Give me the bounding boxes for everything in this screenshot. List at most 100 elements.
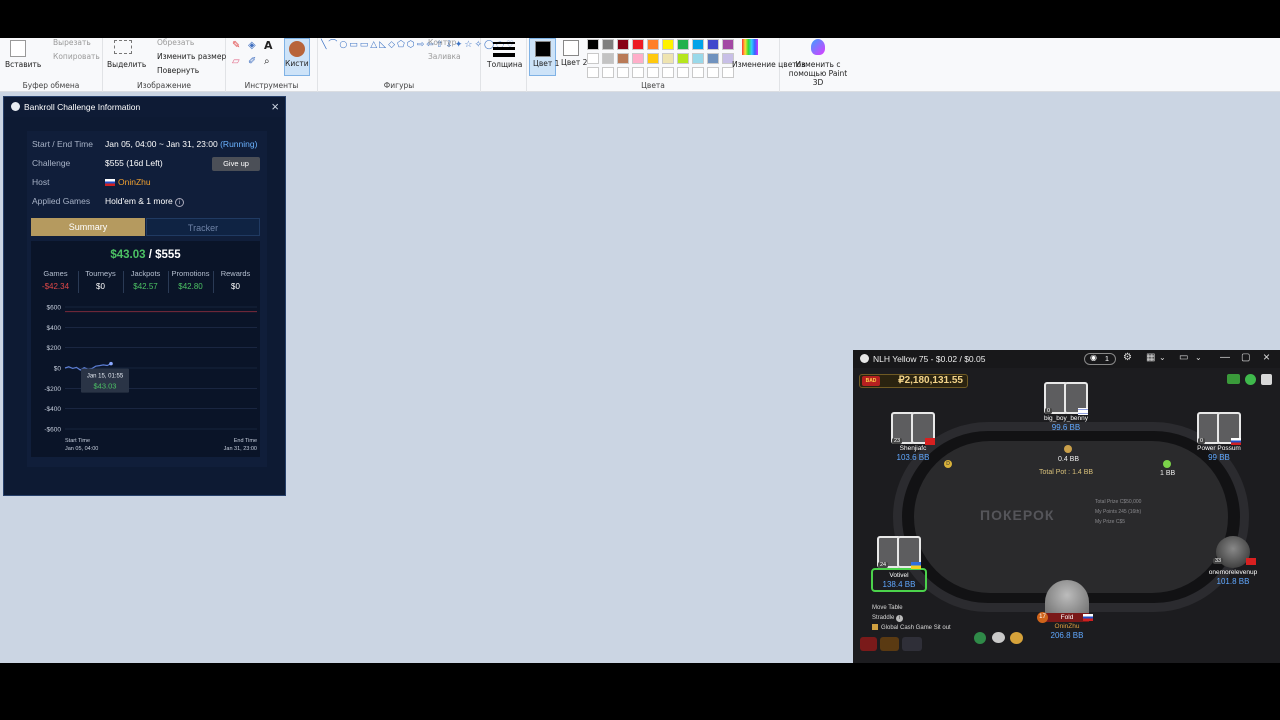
color-swatch[interactable] xyxy=(662,53,674,64)
color-swatch[interactable] xyxy=(617,53,629,64)
color-swatch[interactable] xyxy=(707,67,719,78)
color-swatch[interactable] xyxy=(632,39,644,50)
color-swatch[interactable] xyxy=(602,67,614,78)
jackpot-banner[interactable]: BAD ₽2,180,131.55 xyxy=(859,374,968,388)
color-swatch[interactable] xyxy=(617,67,629,78)
paint3d-icon[interactable] xyxy=(811,39,825,55)
color-swatch[interactable] xyxy=(647,39,659,50)
color-swatch[interactable] xyxy=(677,67,689,78)
tools-group-label: Инструменты xyxy=(244,81,299,90)
close-icon[interactable]: × xyxy=(1263,350,1270,364)
minimize-icon[interactable]: — xyxy=(1220,352,1230,363)
color-swatch[interactable] xyxy=(647,53,659,64)
select-icon[interactable] xyxy=(114,40,132,54)
info-icon[interactable]: i xyxy=(175,198,185,207)
give-up-button[interactable]: Give up xyxy=(212,157,260,171)
seat-top-right[interactable]: 0 Power Possum 99 BB xyxy=(1191,412,1247,462)
replay-icon[interactable] xyxy=(1261,374,1272,385)
color-swatch[interactable] xyxy=(602,39,614,50)
color-swatch[interactable] xyxy=(692,67,704,78)
fill-icon[interactable]: ◈ xyxy=(248,40,256,51)
straddle-option[interactable]: Straddle xyxy=(872,615,894,621)
seat-top-left[interactable]: 23 Shenjiafc 103.6 BB xyxy=(885,412,941,462)
magnifier-icon[interactable]: ⌕ xyxy=(264,56,270,67)
emoji-icon-2[interactable] xyxy=(1010,632,1023,644)
tab-summary[interactable]: Summary xyxy=(31,218,145,236)
thickness-button[interactable]: Толщина xyxy=(487,60,522,69)
paste-button[interactable]: Вставить xyxy=(5,60,41,69)
thickness-icon[interactable] xyxy=(493,42,515,44)
settings-gear-icon[interactable]: ⚙ xyxy=(1123,352,1132,363)
eraser-icon[interactable]: ▱ xyxy=(232,56,240,67)
color-swatch[interactable] xyxy=(587,67,599,78)
edit-colors-icon[interactable] xyxy=(742,39,758,55)
hero-seat[interactable]: Fold 17 OninZhu 206.8 BB xyxy=(1037,580,1093,640)
close-icon[interactable]: × xyxy=(271,99,279,114)
seat-bottom-right[interactable]: 33 onemorelevenup 101.8 BB xyxy=(1205,536,1261,586)
color-swatch[interactable] xyxy=(662,67,674,78)
table-view-icon[interactable]: ▭ xyxy=(1179,352,1188,363)
sit-out-option[interactable]: Global Cash Game Sit out xyxy=(881,625,951,631)
fill-button[interactable]: Заливка xyxy=(428,52,461,61)
crop-button[interactable]: Обрезать xyxy=(157,38,194,47)
info-icon[interactable]: i xyxy=(896,615,904,622)
status-icon[interactable] xyxy=(1245,374,1256,385)
poker-table-window: NLH Yellow 75 - $0.02 / $0.05 ◉ 1 ⚙ ▦ ⌄ ▭… xyxy=(853,350,1280,663)
chevron-down-icon-2[interactable]: ⌄ xyxy=(1195,353,1202,362)
observers-pill[interactable]: ◉ 1 xyxy=(1084,353,1116,365)
seat-top[interactable]: 0 big_boy_benny 99.6 BB xyxy=(1038,382,1094,432)
color-swatch[interactable] xyxy=(587,53,599,64)
maximize-icon[interactable]: ▢ xyxy=(1241,352,1250,363)
color2-button[interactable]: Цвет 2 xyxy=(559,38,587,76)
color-swatch[interactable] xyxy=(692,39,704,50)
chat-icon[interactable] xyxy=(974,632,986,644)
color-swatch[interactable] xyxy=(677,39,689,50)
resize-button[interactable]: Изменить размер xyxy=(157,52,226,61)
copy-button[interactable]: Копировать xyxy=(53,52,100,61)
color-swatch[interactable] xyxy=(662,39,674,50)
promo-logo-icon[interactable] xyxy=(879,637,900,651)
color-swatch[interactable] xyxy=(587,39,599,50)
color-swatch[interactable] xyxy=(707,53,719,64)
color-swatch[interactable] xyxy=(707,39,719,50)
applied-games-value: Hold'em & 1 more xyxy=(105,196,173,206)
outline-button[interactable]: Контур xyxy=(428,38,456,47)
shapes-gallery[interactable]: ╲⌒○▭▭△◺◇⬠⬡⇨⇦⇧⇩✦☆✧◯◌♡ xyxy=(321,39,514,75)
color2-label: Цвет 2 xyxy=(561,58,588,67)
color-picker-icon[interactable]: ✐ xyxy=(248,56,256,67)
checkbox-icon[interactable] xyxy=(872,624,878,630)
player-stack: 99 BB xyxy=(1208,453,1230,462)
layout-grid-icon[interactable]: ▦ xyxy=(1146,352,1155,363)
color-swatch[interactable] xyxy=(632,53,644,64)
pencil-icon[interactable]: ✎ xyxy=(232,40,240,51)
chevron-down-icon[interactable]: ⌄ xyxy=(1159,353,1166,362)
text-icon[interactable]: A xyxy=(264,39,273,52)
rotate-button[interactable]: Повернуть xyxy=(157,66,199,75)
tab-tracker[interactable]: Tracker xyxy=(146,218,260,236)
promo-logo-icon[interactable] xyxy=(902,637,923,651)
color-swatch[interactable] xyxy=(602,53,614,64)
x-start-value: Jan 05, 04:00 xyxy=(65,446,98,452)
paste-icon[interactable] xyxy=(10,40,26,57)
promo-logo-icon[interactable] xyxy=(860,637,877,651)
paint3d-button[interactable]: Изменить с помощью Paint 3D xyxy=(783,60,853,87)
stats-icon[interactable] xyxy=(1227,374,1240,384)
clipboard-group-label: Буфер обмена xyxy=(22,81,80,90)
select-button[interactable]: Выделить xyxy=(107,60,146,69)
color-swatch[interactable] xyxy=(617,39,629,50)
emoji-icon[interactable] xyxy=(992,632,1005,643)
color-swatch[interactable] xyxy=(647,67,659,78)
color-swatch[interactable] xyxy=(722,39,734,50)
color-swatch[interactable] xyxy=(677,53,689,64)
color1-button[interactable]: Цвет 1 xyxy=(529,38,559,76)
host-row: Host OninZhu xyxy=(32,177,267,187)
move-table-option[interactable]: Move Table xyxy=(872,603,951,613)
seat-bottom-left[interactable]: 24 Votivel 138.4 BB xyxy=(871,536,927,592)
color-swatch[interactable] xyxy=(692,53,704,64)
x-start-label: Start Time xyxy=(65,438,90,444)
brushes-button[interactable]: Кисти xyxy=(284,38,310,76)
dealer-button-icon: D xyxy=(944,460,952,468)
cut-button[interactable]: Вырезать xyxy=(53,38,91,47)
color-swatch[interactable] xyxy=(632,67,644,78)
x-end-value: Jan 31, 23:00 xyxy=(224,446,257,452)
